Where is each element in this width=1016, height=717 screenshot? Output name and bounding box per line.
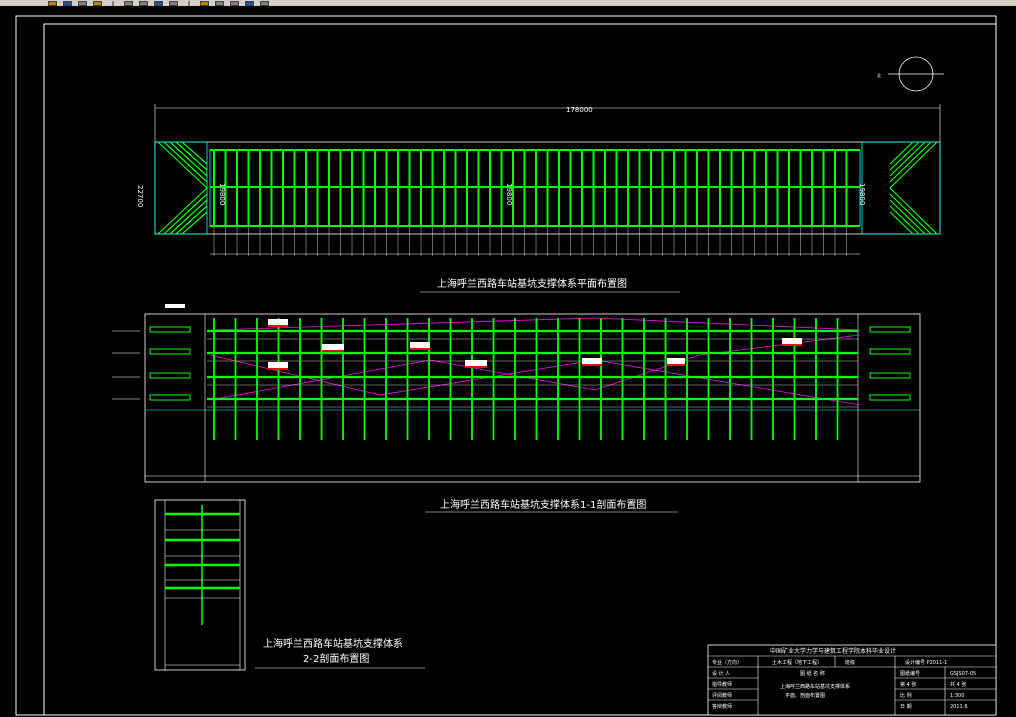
drawing-canvas[interactable]: 北 178000 22700 19800 19800 19800 上海呼兰西路车… [0, 6, 1016, 717]
tb-drawing-no-label: 图纸编号 [900, 670, 920, 677]
tb-date-value: 2011.6 [950, 704, 968, 710]
dimension-mid2: 19800 [505, 183, 513, 205]
new-icon[interactable] [48, 0, 57, 6]
toolbar-separator [188, 0, 190, 6]
tb-sheet-no: 第 4 张 [900, 681, 916, 688]
print-icon[interactable] [93, 0, 102, 6]
undo-icon[interactable] [124, 0, 133, 6]
tb-major-label: 专业（方向） [712, 659, 742, 666]
dimension-width: 22700 [136, 185, 144, 207]
tb-drawing-no-value: GSJS07-05 [950, 671, 976, 677]
section-2-2-caption-line2: 2-2剖面布置图 [303, 652, 369, 665]
tb-drawing-name-label: 图 纸 名 称 [800, 670, 825, 677]
tb-defense-label: 答辩教师 [712, 703, 732, 710]
dist-icon[interactable] [245, 0, 254, 6]
dimension-overall: 178000 [566, 106, 593, 114]
plan-caption: 上海呼兰西路车站基坑支撑体系平面布置图 [437, 277, 627, 290]
help-icon[interactable] [260, 0, 269, 6]
match-icon[interactable] [230, 0, 239, 6]
tb-advisor-label: 指导教师 [712, 681, 732, 688]
dimension-mid1: 19800 [218, 183, 226, 205]
tb-scale-label: 比 例 [900, 692, 912, 699]
redo-icon[interactable] [139, 0, 148, 6]
tb-designer-label: 设 计 人 [712, 670, 730, 677]
properties-icon[interactable] [200, 0, 209, 6]
layer-icon[interactable] [215, 0, 224, 6]
section-1-1-caption: 上海呼兰西路车站基坑支撑体系1-1剖面布置图 [440, 498, 646, 511]
north-label: 北 [877, 72, 881, 78]
title-block-header: 中国矿业大学力学与建筑工程学院本科毕业设计 [770, 647, 896, 655]
tb-reviewer-label: 评阅教师 [712, 692, 732, 699]
tb-design-no: 设计编号 P2011-1 [905, 659, 947, 666]
title-block: 中国矿业大学力学与建筑工程学院本科毕业设计 专业（方向） 土木工程（地下工程） … [707, 644, 997, 716]
pan-icon[interactable] [154, 0, 163, 6]
dimension-mid3: 19800 [858, 183, 866, 205]
open-icon[interactable] [63, 0, 72, 6]
toolbar-separator [112, 0, 114, 6]
save-icon[interactable] [78, 0, 87, 6]
tb-date-label: 日 期 [900, 704, 912, 710]
tb-drawing-name-1: 上海呼兰西路车站基坑支撑体系 [780, 683, 850, 690]
tb-scale-value: 1:300 [950, 693, 964, 699]
zoom-icon[interactable] [169, 0, 178, 6]
tb-class-label: 班级 [845, 659, 855, 666]
tb-sheet-total: 共 4 张 [950, 681, 966, 688]
tb-drawing-name-2: 平面、剖面布置图 [785, 692, 825, 699]
section-2-2-caption-line1: 上海呼兰西路车站基坑支撑体系 [263, 637, 403, 650]
tb-major-value: 土木工程（地下工程） [772, 659, 822, 666]
